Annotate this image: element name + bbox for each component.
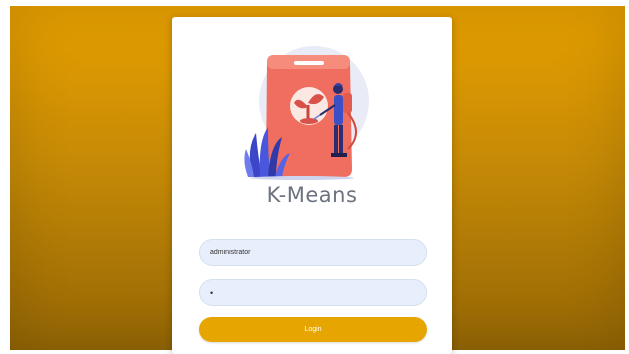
username-input[interactable]: [199, 239, 427, 266]
farmer-spraying-fertilizer-bag-illustration-icon: [244, 46, 369, 180]
password-input[interactable]: [199, 279, 427, 306]
login-button[interactable]: Login: [199, 317, 427, 342]
login-card: K-Means Login: [172, 17, 452, 354]
app-title: K-Means: [266, 183, 358, 207]
screen: K-Means Login: [0, 0, 629, 354]
